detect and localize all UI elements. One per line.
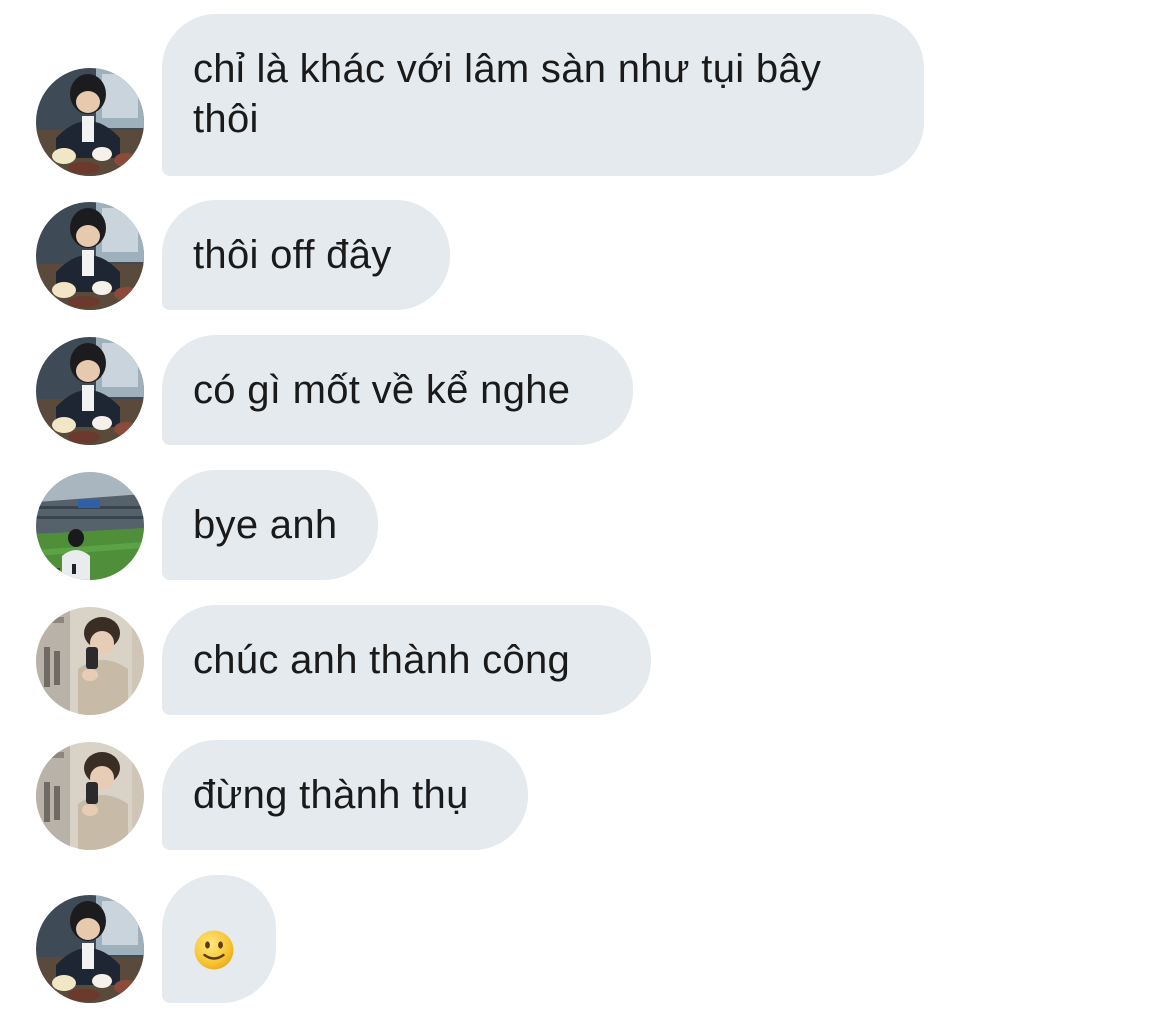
avatar[interactable] bbox=[36, 742, 144, 850]
list-item: chỉ là khác với lâm sàn như tụi bây thôi bbox=[0, 14, 1170, 176]
list-item: chúc anh thành công bbox=[0, 605, 1170, 715]
avatar[interactable] bbox=[36, 202, 144, 310]
list-item: đừng thành thụ bbox=[0, 740, 1170, 850]
message-text: có gì mốt về kể nghe bbox=[193, 368, 571, 412]
message-bubble[interactable]: 🙂 bbox=[162, 875, 276, 1003]
avatar-person-eating-icon bbox=[36, 202, 144, 310]
list-item: bye anh bbox=[0, 470, 1170, 580]
avatar-person-eating-icon bbox=[36, 337, 144, 445]
slightly-smiling-face-icon: 🙂 bbox=[193, 929, 235, 971]
avatar-person-eating-icon bbox=[36, 895, 144, 1003]
avatar-mirror-selfie-icon bbox=[36, 607, 144, 715]
message-text: đừng thành thụ bbox=[193, 773, 469, 817]
message-bubble[interactable]: bye anh bbox=[162, 470, 378, 580]
avatar[interactable] bbox=[36, 607, 144, 715]
chat-thread: chỉ là khác với lâm sàn như tụi bây thôi… bbox=[0, 0, 1170, 1019]
message-bubble[interactable]: chỉ là khác với lâm sàn như tụi bây thôi bbox=[162, 14, 924, 176]
message-text: chỉ là khác với lâm sàn như tụi bây thôi bbox=[193, 47, 822, 141]
avatar[interactable] bbox=[36, 472, 144, 580]
message-text: bye anh bbox=[193, 503, 338, 547]
message-bubble[interactable]: đừng thành thụ bbox=[162, 740, 528, 850]
avatar-stadium-icon bbox=[36, 472, 144, 580]
list-item: 🙂 bbox=[0, 875, 1170, 1003]
avatar-mirror-selfie-icon bbox=[36, 742, 144, 850]
message-text: chúc anh thành công bbox=[193, 638, 571, 682]
avatar[interactable] bbox=[36, 895, 144, 1003]
message-bubble[interactable]: thôi off đây bbox=[162, 200, 450, 310]
avatar-person-eating-icon bbox=[36, 68, 144, 176]
message-bubble[interactable]: có gì mốt về kể nghe bbox=[162, 335, 633, 445]
message-text: thôi off đây bbox=[193, 233, 392, 277]
list-item: có gì mốt về kể nghe bbox=[0, 335, 1170, 445]
message-bubble[interactable]: chúc anh thành công bbox=[162, 605, 651, 715]
list-item: thôi off đây bbox=[0, 200, 1170, 310]
avatar[interactable] bbox=[36, 68, 144, 176]
avatar[interactable] bbox=[36, 337, 144, 445]
